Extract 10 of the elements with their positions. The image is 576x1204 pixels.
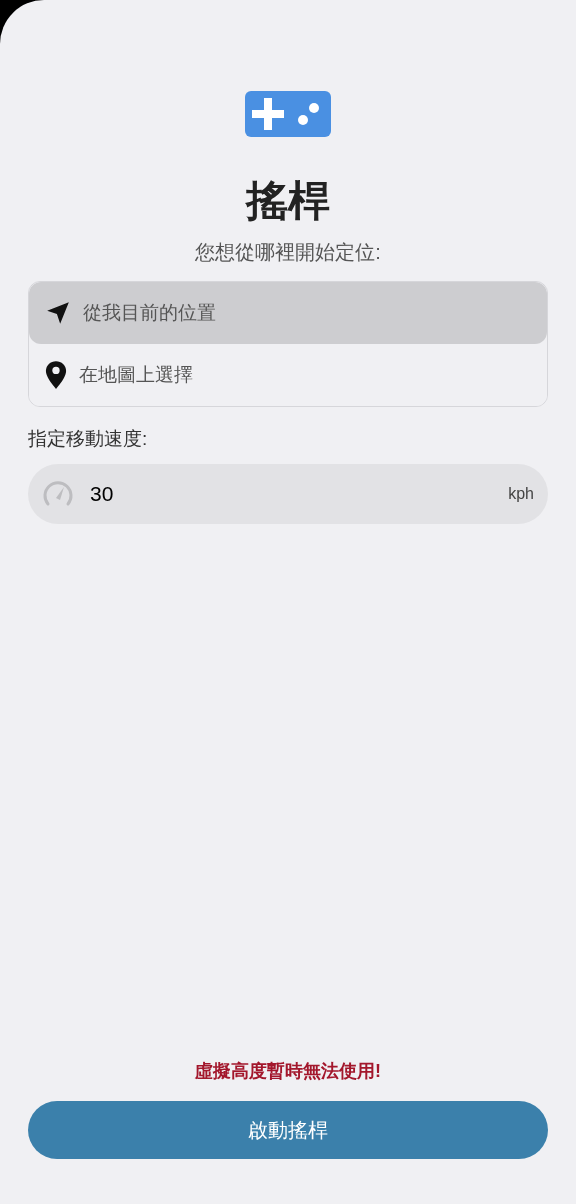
speed-label: 指定移動速度: <box>28 427 149 451</box>
speed-field[interactable]: 30 kph <box>28 463 548 524</box>
prompt-text: 您想從哪裡開始定位: <box>194 240 382 265</box>
navigation-arrow-icon <box>45 300 71 326</box>
start-button[interactable]: 啟動搖桿 <box>28 1101 548 1159</box>
map-pin-icon <box>45 360 67 390</box>
page-title: 搖桿 <box>244 176 331 226</box>
gamepad-icon <box>245 91 331 137</box>
warning-text: 虛擬高度暫時無法使用! <box>194 1060 382 1083</box>
location-option[interactable]: 從我目前的位置 <box>29 282 547 344</box>
